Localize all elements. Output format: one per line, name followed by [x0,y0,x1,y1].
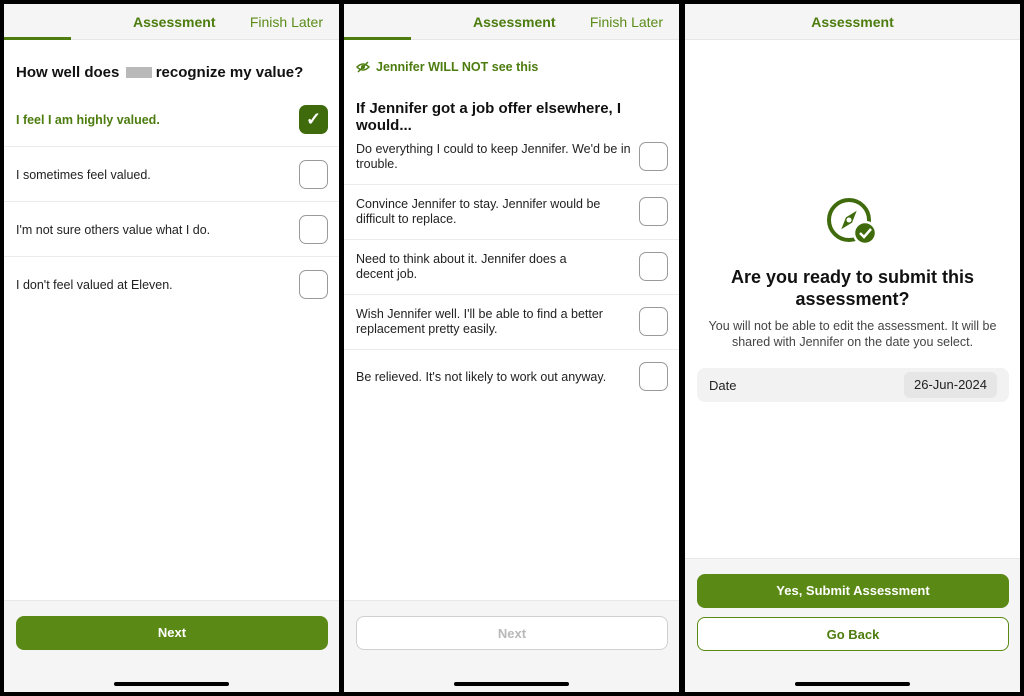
option-label: Do everything I could to keep Jennifer. … [356,142,631,171]
option-label: I feel I am highly valued. [16,113,160,127]
screen-title: Assessment [133,14,216,30]
checkbox[interactable] [299,270,328,299]
visibility-notice: Jennifer WILL NOT see this [355,60,539,74]
date-selector[interactable]: Date 26-Jun-2024 [697,368,1009,402]
option-label: Convince Jennifer to stay. Jennifer woul… [356,197,601,226]
option-row[interactable]: Need to think about it. Jennifer does a … [344,240,679,295]
next-button[interactable]: Next [16,616,328,650]
eye-off-icon [355,61,371,73]
option-row[interactable]: I feel I am highly valued. ✓ [4,92,339,147]
option-label: Be relieved. It's not likely to work out… [356,370,607,384]
date-label: Date [709,378,737,393]
option-row[interactable]: I don't feel valued at Eleven. [4,257,339,312]
checkbox[interactable] [639,252,668,281]
option-row[interactable]: Wish Jennifer well. I'll be able to find… [344,295,679,350]
assessment-screen-2: Assessment Finish Later Jennifer WILL NO… [344,4,679,692]
checkbox[interactable] [299,215,328,244]
submit-assessment-button[interactable]: Yes, Submit Assessment [697,574,1009,608]
checkbox[interactable] [639,142,668,171]
finish-later-button[interactable]: Finish Later [250,14,323,30]
notice-text: Jennifer WILL NOT see this [376,60,539,74]
screen-title: Assessment [811,14,894,30]
redacted-name [125,67,152,78]
finish-later-button[interactable]: Finish Later [590,14,663,30]
option-label: I sometimes feel valued. [16,168,151,182]
screen-title: Assessment [473,14,556,30]
checkbox[interactable] [639,197,668,226]
footer: Next [4,600,339,692]
question-text: If Jennifer got a job offer elsewhere, I… [356,100,622,134]
home-indicator [795,682,910,686]
checkbox[interactable] [639,307,668,336]
checkmark-icon: ✓ [305,109,322,129]
top-bar: Assessment Finish Later [344,4,679,40]
top-bar: Assessment Finish Later [4,4,339,40]
option-label: Need to think about it. Jennifer does a … [356,252,567,281]
checkbox[interactable] [639,362,668,391]
confirm-heading: Are you ready to submit this assessment? [730,267,975,309]
checkbox-checked[interactable]: ✓ [299,105,328,134]
footer: Yes, Submit Assessment Go Back [685,558,1020,692]
option-label: I don't feel valued at Eleven. [16,278,173,292]
option-row[interactable]: I'm not sure others value what I do. [4,202,339,257]
question-text: How well does recognize my value? [16,64,303,81]
question-text-start: How well does [16,64,120,81]
option-row[interactable]: Be relieved. It's not likely to work out… [344,350,679,405]
option-row[interactable]: I sometimes feel valued. [4,147,339,202]
option-label: I'm not sure others value what I do. [16,223,211,237]
compass-check-icon [827,198,878,246]
top-bar: Assessment [685,4,1020,40]
progress-bar [4,37,71,40]
next-button-disabled[interactable]: Next [356,616,668,650]
checkbox[interactable] [299,160,328,189]
go-back-button[interactable]: Go Back [697,617,1009,651]
assessment-screen-1: Assessment Finish Later How well does re… [4,4,339,692]
home-indicator [114,682,229,686]
option-row[interactable]: Convince Jennifer to stay. Jennifer woul… [344,185,679,240]
option-label: Wish Jennifer well. I'll be able to find… [356,307,603,336]
question-text-end: recognize my value? [155,64,304,81]
progress-bar [344,37,411,40]
option-row[interactable]: Do everything I could to keep Jennifer. … [344,130,679,185]
home-indicator [454,682,569,686]
footer: Next [344,600,679,692]
date-value-button[interactable]: 26-Jun-2024 [904,372,997,398]
confirm-body: You will not be able to edit the assessm… [708,319,997,349]
submit-confirmation-screen: Assessment Are you ready to submit this … [685,4,1020,692]
